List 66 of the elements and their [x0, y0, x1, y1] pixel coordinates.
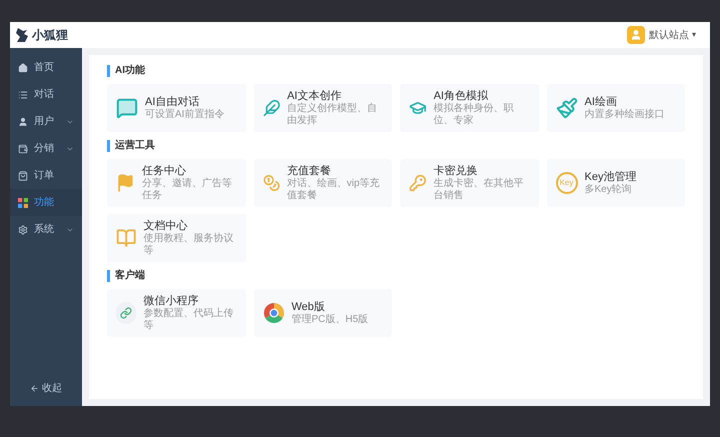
site-selector[interactable]: 默认站点 ▾: [649, 28, 696, 42]
collapse-button[interactable]: 收起: [30, 381, 62, 396]
sidebar-item[interactable]: 对话: [10, 81, 82, 108]
wallet-icon: [18, 144, 28, 154]
feature-description: 多Key轮询: [584, 184, 633, 196]
feature-card[interactable]: AI自由对话 可设置AI前置指令: [107, 84, 246, 132]
feature-title: AI绘画: [584, 95, 618, 108]
browser-icon: [262, 302, 284, 324]
feature-title: 文档中心: [143, 219, 188, 233]
feature-card[interactable]: 充值套餐 对话、绘画、vip等充值套餐: [254, 159, 392, 207]
sidebar-item[interactable]: 首页: [10, 54, 82, 81]
sidebar-item[interactable]: 系统: [10, 216, 82, 243]
feature-card[interactable]: Web版 管理PC版、H5版: [254, 289, 392, 337]
user-icon: [18, 116, 28, 126]
arrow-left-icon: [30, 384, 39, 393]
settings-icon: [18, 224, 28, 234]
feature-title: 充值套餐: [286, 164, 332, 178]
feature-card[interactable]: AI文本创作 自定义创作模型、自由发挥: [254, 84, 392, 132]
feature-description: 参数配置、代码上传等: [143, 308, 234, 332]
feature-title: Key池管理: [584, 170, 636, 184]
feature-card[interactable]: 卡密兑换 生成卡密、在其他平台销售: [400, 159, 538, 207]
link-icon: [116, 302, 136, 324]
feature-card[interactable]: 微信小程序 参数配置、代码上传等: [107, 289, 246, 337]
feature-description: 管理PC版、H5版: [292, 314, 368, 326]
feature-description: 使用教程、服务协议等: [143, 233, 234, 257]
feather-icon: [262, 97, 280, 119]
key-badge-icon: Key: [556, 172, 578, 194]
key-icon: [409, 172, 427, 194]
feature-description: 分享、邀请、广告等任务: [142, 178, 233, 202]
feature-description: 自定义创作模型、自由发挥: [287, 103, 378, 127]
logo-icon: [15, 27, 29, 43]
feature-description: 模拟各种身份、职位、专家: [434, 103, 515, 127]
feature-title: 卡密兑换: [434, 164, 479, 178]
sidebar-item[interactable]: 用户: [10, 108, 82, 135]
feature-title: 微信小程序: [143, 294, 200, 308]
feature-description: 生成卡密、在其他平台销售: [434, 178, 525, 202]
feature-title: Web版: [292, 300, 326, 314]
section-heading: 客户端: [107, 270, 145, 282]
logo-text: 小狐狸: [32, 27, 68, 44]
grid-icon: [18, 198, 28, 208]
section-heading: 运营工具: [107, 140, 155, 152]
section-heading: AI功能: [107, 65, 145, 77]
bag-icon: [18, 170, 28, 180]
flag-icon: [116, 172, 135, 194]
feature-card[interactable]: 文档中心 使用教程、服务协议等: [107, 214, 246, 262]
home-icon: [18, 62, 28, 72]
feature-title: 任务中心: [142, 164, 187, 178]
avatar-icon: [627, 26, 645, 44]
feature-title: AI文本创作: [287, 89, 342, 102]
feature-card[interactable]: AI绘画 内置多种绘画接口: [546, 84, 685, 132]
feature-card[interactable]: AI角色模拟 模拟各种身份、职位、专家: [400, 84, 538, 132]
chat-icon: [116, 97, 138, 119]
list-icon: [18, 90, 28, 100]
feature-card[interactable]: Key Key池管理 多Key轮询: [546, 159, 685, 207]
coins-icon: [262, 172, 280, 194]
sidebar-item[interactable]: 功能: [10, 189, 82, 216]
feature-card[interactable]: 任务中心 分享、邀请、广告等任务: [107, 159, 246, 207]
brush-icon: [556, 97, 578, 119]
feature-title: AI自由对话: [145, 95, 200, 108]
feature-description: 对话、绘画、vip等充值套餐: [286, 178, 381, 202]
sidebar-item[interactable]: 分销: [10, 135, 82, 162]
sidebar-item[interactable]: 订单: [10, 162, 82, 189]
feature-description: 可设置AI前置指令: [145, 109, 224, 121]
book-icon: [116, 227, 136, 249]
feature-description: 内置多种绘画接口: [584, 109, 664, 121]
feature-title: AI角色模拟: [434, 89, 489, 102]
